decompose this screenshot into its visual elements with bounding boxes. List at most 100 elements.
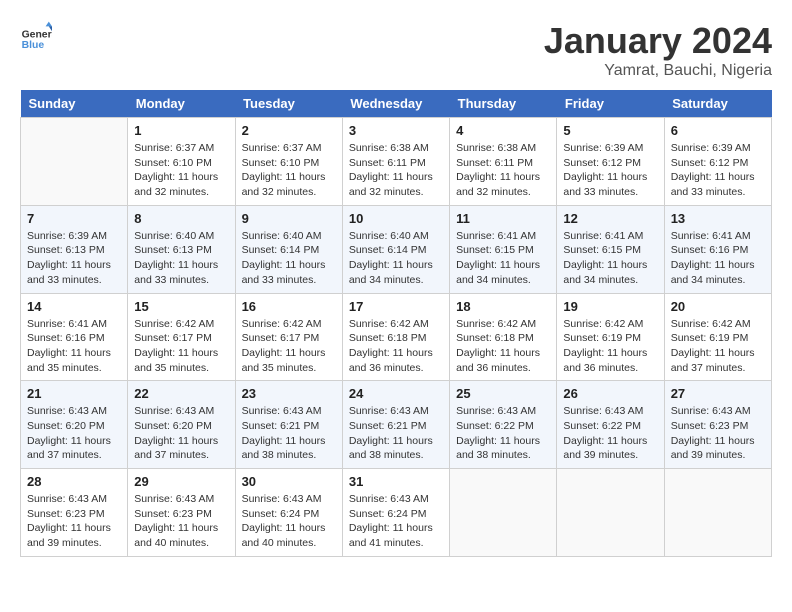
calendar-subtitle: Yamrat, Bauchi, Nigeria: [544, 62, 772, 80]
day-number: 9: [242, 211, 336, 226]
weekday-header-sunday: Sunday: [21, 90, 128, 118]
day-info: Sunrise: 6:42 AMSunset: 6:17 PMDaylight:…: [134, 317, 228, 376]
day-number: 16: [242, 299, 336, 314]
day-number: 15: [134, 299, 228, 314]
calendar-cell: 20Sunrise: 6:42 AMSunset: 6:19 PMDayligh…: [664, 293, 771, 381]
day-number: 10: [349, 211, 443, 226]
day-info: Sunrise: 6:43 AMSunset: 6:21 PMDaylight:…: [349, 404, 443, 463]
day-info: Sunrise: 6:43 AMSunset: 6:24 PMDaylight:…: [349, 492, 443, 551]
calendar-cell: 9 Sunrise: 6:40 AMSunset: 6:14 PMDaylight…: [235, 205, 342, 293]
day-number: 17: [349, 299, 443, 314]
day-number: 25: [456, 386, 550, 401]
day-info: Sunrise: 6:42 AMSunset: 6:19 PMDaylight:…: [563, 317, 657, 376]
day-info: Sunrise: 6:43 AMSunset: 6:23 PMDaylight:…: [671, 404, 765, 463]
title-block: January 2024 Yamrat, Bauchi, Nigeria: [544, 20, 772, 80]
day-number: 14: [27, 299, 121, 314]
weekday-header-saturday: Saturday: [664, 90, 771, 118]
calendar-cell: 25 Sunrise: 6:43 AMSunset: 6:22 PMDayligh…: [450, 381, 557, 469]
calendar-cell: 17Sunrise: 6:42 AMSunset: 6:18 PMDayligh…: [342, 293, 449, 381]
calendar-cell: 26 Sunrise: 6:43 AMSunset: 6:22 PMDayligh…: [557, 381, 664, 469]
calendar-cell: 30 Sunrise: 6:43 AMSunset: 6:24 PMDayligh…: [235, 469, 342, 557]
day-info: Sunrise: 6:41 AMSunset: 6:16 PMDaylight:…: [671, 229, 765, 288]
day-info: Sunrise: 6:43 AMSunset: 6:24 PMDaylight:…: [242, 492, 336, 551]
calendar-cell: 5 Sunrise: 6:39 AMSunset: 6:12 PMDaylight…: [557, 118, 664, 206]
weekday-header-friday: Friday: [557, 90, 664, 118]
day-number: 23: [242, 386, 336, 401]
calendar-cell: 31 Sunrise: 6:43 AMSunset: 6:24 PMDayligh…: [342, 469, 449, 557]
calendar-cell: 19 Sunrise: 6:42 AMSunset: 6:19 PMDayligh…: [557, 293, 664, 381]
calendar-cell: [450, 469, 557, 557]
calendar-cell: 16 Sunrise: 6:42 AMSunset: 6:17 PMDayligh…: [235, 293, 342, 381]
day-number: 13: [671, 211, 765, 226]
day-info: Sunrise: 6:43 AMSunset: 6:23 PMDaylight:…: [134, 492, 228, 551]
day-info: Sunrise: 6:43 AMSunset: 6:22 PMDaylight:…: [456, 404, 550, 463]
calendar-cell: 8Sunrise: 6:40 AMSunset: 6:13 PMDaylight…: [128, 205, 235, 293]
calendar-cell: 15 Sunrise: 6:42 AMSunset: 6:17 PMDayligh…: [128, 293, 235, 381]
calendar-cell: [557, 469, 664, 557]
day-number: 18: [456, 299, 550, 314]
calendar-cell: 3 Sunrise: 6:38 AMSunset: 6:11 PMDaylight…: [342, 118, 449, 206]
calendar-cell: 23 Sunrise: 6:43 AMSunset: 6:21 PMDayligh…: [235, 381, 342, 469]
day-info: Sunrise: 6:43 AMSunset: 6:21 PMDaylight:…: [242, 404, 336, 463]
calendar-cell: 13 Sunrise: 6:41 AMSunset: 6:16 PMDayligh…: [664, 205, 771, 293]
day-info: Sunrise: 6:40 AMSunset: 6:14 PMDaylight:…: [242, 229, 336, 288]
day-number: 30: [242, 474, 336, 489]
calendar-cell: [21, 118, 128, 206]
calendar-week-1: 1 Sunrise: 6:37 AMSunset: 6:10 PMDaylight…: [21, 118, 772, 206]
day-info: Sunrise: 6:43 AMSunset: 6:20 PMDaylight:…: [27, 404, 121, 463]
calendar-week-2: 7 Sunrise: 6:39 AMSunset: 6:13 PMDaylight…: [21, 205, 772, 293]
calendar-cell: 28Sunrise: 6:43 AMSunset: 6:23 PMDayligh…: [21, 469, 128, 557]
calendar-week-3: 14Sunrise: 6:41 AMSunset: 6:16 PMDayligh…: [21, 293, 772, 381]
calendar-body: 1 Sunrise: 6:37 AMSunset: 6:10 PMDaylight…: [21, 118, 772, 557]
calendar-table: SundayMondayTuesdayWednesdayThursdayFrid…: [20, 90, 772, 557]
day-number: 3: [349, 123, 443, 138]
calendar-cell: 27 Sunrise: 6:43 AMSunset: 6:23 PMDayligh…: [664, 381, 771, 469]
day-number: 31: [349, 474, 443, 489]
weekday-header-wednesday: Wednesday: [342, 90, 449, 118]
page-header: General Blue January 2024 Yamrat, Bauchi…: [20, 20, 772, 80]
logo-icon: General Blue: [20, 20, 52, 52]
day-info: Sunrise: 6:43 AMSunset: 6:22 PMDaylight:…: [563, 404, 657, 463]
logo: General Blue: [20, 20, 52, 52]
day-number: 11: [456, 211, 550, 226]
day-number: 2: [242, 123, 336, 138]
day-number: 22: [134, 386, 228, 401]
day-number: 1: [134, 123, 228, 138]
day-info: Sunrise: 6:39 AMSunset: 6:13 PMDaylight:…: [27, 229, 121, 288]
calendar-week-4: 21Sunrise: 6:43 AMSunset: 6:20 PMDayligh…: [21, 381, 772, 469]
day-number: 19: [563, 299, 657, 314]
day-info: Sunrise: 6:42 AMSunset: 6:18 PMDaylight:…: [456, 317, 550, 376]
calendar-cell: 7 Sunrise: 6:39 AMSunset: 6:13 PMDaylight…: [21, 205, 128, 293]
day-number: 5: [563, 123, 657, 138]
calendar-cell: 4Sunrise: 6:38 AMSunset: 6:11 PMDaylight…: [450, 118, 557, 206]
day-info: Sunrise: 6:39 AMSunset: 6:12 PMDaylight:…: [563, 141, 657, 200]
calendar-cell: 11 Sunrise: 6:41 AMSunset: 6:15 PMDayligh…: [450, 205, 557, 293]
calendar-cell: 6Sunrise: 6:39 AMSunset: 6:12 PMDaylight…: [664, 118, 771, 206]
day-info: Sunrise: 6:41 AMSunset: 6:15 PMDaylight:…: [456, 229, 550, 288]
weekday-header-monday: Monday: [128, 90, 235, 118]
day-number: 28: [27, 474, 121, 489]
calendar-cell: 21Sunrise: 6:43 AMSunset: 6:20 PMDayligh…: [21, 381, 128, 469]
day-info: Sunrise: 6:40 AMSunset: 6:14 PMDaylight:…: [349, 229, 443, 288]
calendar-cell: [664, 469, 771, 557]
day-info: Sunrise: 6:42 AMSunset: 6:17 PMDaylight:…: [242, 317, 336, 376]
day-info: Sunrise: 6:37 AMSunset: 6:10 PMDaylight:…: [242, 141, 336, 200]
weekday-header-thursday: Thursday: [450, 90, 557, 118]
day-number: 12: [563, 211, 657, 226]
day-number: 6: [671, 123, 765, 138]
calendar-title: January 2024: [544, 20, 772, 62]
day-number: 26: [563, 386, 657, 401]
day-number: 7: [27, 211, 121, 226]
weekday-header-row: SundayMondayTuesdayWednesdayThursdayFrid…: [21, 90, 772, 118]
day-number: 27: [671, 386, 765, 401]
calendar-cell: 1Sunrise: 6:37 AMSunset: 6:10 PMDaylight…: [128, 118, 235, 206]
calendar-cell: 14Sunrise: 6:41 AMSunset: 6:16 PMDayligh…: [21, 293, 128, 381]
svg-text:Blue: Blue: [22, 40, 45, 51]
day-number: 4: [456, 123, 550, 138]
calendar-cell: 12Sunrise: 6:41 AMSunset: 6:15 PMDayligh…: [557, 205, 664, 293]
calendar-header: SundayMondayTuesdayWednesdayThursdayFrid…: [21, 90, 772, 118]
calendar-cell: 22Sunrise: 6:43 AMSunset: 6:20 PMDayligh…: [128, 381, 235, 469]
calendar-week-5: 28 Sunrise: 6:43 AMSunset: 6:23 PMDayligh…: [21, 469, 772, 557]
day-info: Sunrise: 6:38 AMSunset: 6:11 PMDaylight:…: [349, 141, 443, 200]
weekday-header-tuesday: Tuesday: [235, 90, 342, 118]
